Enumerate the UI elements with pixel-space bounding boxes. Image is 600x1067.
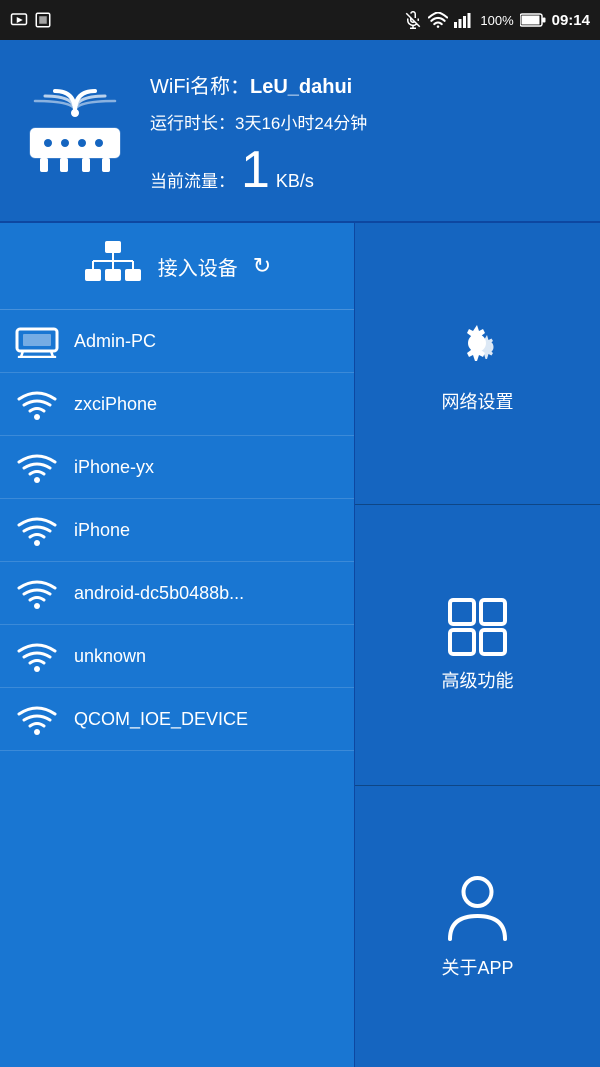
devices-header: 接入设备 ↻ — [0, 223, 354, 310]
network-settings-label: 网络设置 — [442, 388, 514, 414]
network-tree-icon — [83, 241, 143, 291]
device-item[interactable]: iPhone — [0, 499, 354, 562]
device-item[interactable]: Admin-PC — [0, 310, 354, 373]
advanced-features-button[interactable]: 高级功能 — [355, 505, 600, 787]
device-name: unknown — [74, 646, 146, 667]
traffic-label: 当前流量： 1 KB/s — [150, 144, 367, 196]
device-list: Admin-PC zxciPhone iPhone-yx iPhone — [0, 310, 354, 751]
network-settings-button[interactable]: 网络设置 — [355, 223, 600, 505]
battery-text: 100% — [480, 13, 513, 28]
grid-icon — [445, 597, 510, 657]
device-item[interactable]: iPhone-yx — [0, 436, 354, 499]
main-content: WiFi名称：LeU_dahui 运行时长：3天16小时24分钟 当前流量： 1… — [0, 40, 600, 1067]
device-name: android-dc5b0488b... — [74, 583, 244, 604]
about-app-button[interactable]: 关于APP — [355, 786, 600, 1067]
screenshot-icon — [34, 11, 52, 29]
wifi-info-panel: WiFi名称：LeU_dahui 运行时长：3天16小时24分钟 当前流量： 1… — [0, 40, 600, 223]
bottom-section: 接入设备 ↻ Admin-PC zxciPhone iPhone-yx — [0, 223, 600, 1067]
devices-header-text: 接入设备 — [158, 252, 238, 281]
device-item[interactable]: QCOM_IOE_DEVICE — [0, 688, 354, 751]
time-display: 09:14 — [552, 12, 590, 29]
device-name: iPhone-yx — [74, 457, 154, 478]
refresh-icon[interactable]: ↻ — [253, 253, 271, 279]
status-left-icons — [10, 11, 52, 29]
status-bar: 100% 09:14 — [0, 0, 600, 40]
advanced-features-label: 高级功能 — [442, 667, 514, 693]
gear-icon — [445, 313, 510, 378]
person-icon — [445, 874, 510, 944]
wifi-icon — [15, 702, 59, 736]
device-item[interactable]: android-dc5b0488b... — [0, 562, 354, 625]
router-icon — [20, 86, 130, 181]
device-item[interactable]: zxciPhone — [0, 373, 354, 436]
about-app-label: 关于APP — [441, 954, 513, 980]
device-name: zxciPhone — [74, 394, 157, 415]
device-name: QCOM_IOE_DEVICE — [74, 709, 248, 730]
device-item[interactable]: unknown — [0, 625, 354, 688]
uptime-label: 运行时长：3天16小时24分钟 — [150, 109, 367, 134]
wifi-icon — [15, 387, 59, 421]
signal-icon — [454, 12, 474, 28]
screen-record-icon — [10, 11, 28, 29]
device-name: Admin-PC — [74, 331, 156, 352]
wifi-icon — [15, 639, 59, 673]
wifi-icon — [15, 450, 59, 484]
wifi-icon — [15, 513, 59, 547]
wifi-name-label: WiFi名称：LeU_dahui — [150, 70, 367, 99]
wifi-status-icon — [428, 12, 448, 28]
status-right-icons: 100% 09:14 — [404, 11, 590, 29]
battery-icon — [520, 13, 546, 27]
wifi-details: WiFi名称：LeU_dahui 运行时长：3天16小时24分钟 当前流量： 1… — [150, 70, 367, 196]
wired-icon — [15, 324, 59, 358]
device-name: iPhone — [74, 520, 130, 541]
mute-icon — [404, 11, 422, 29]
wifi-icon — [15, 576, 59, 610]
actions-panel: 网络设置 高级功能 关于APP — [355, 223, 600, 1067]
devices-panel: 接入设备 ↻ Admin-PC zxciPhone iPhone-yx — [0, 223, 355, 1067]
